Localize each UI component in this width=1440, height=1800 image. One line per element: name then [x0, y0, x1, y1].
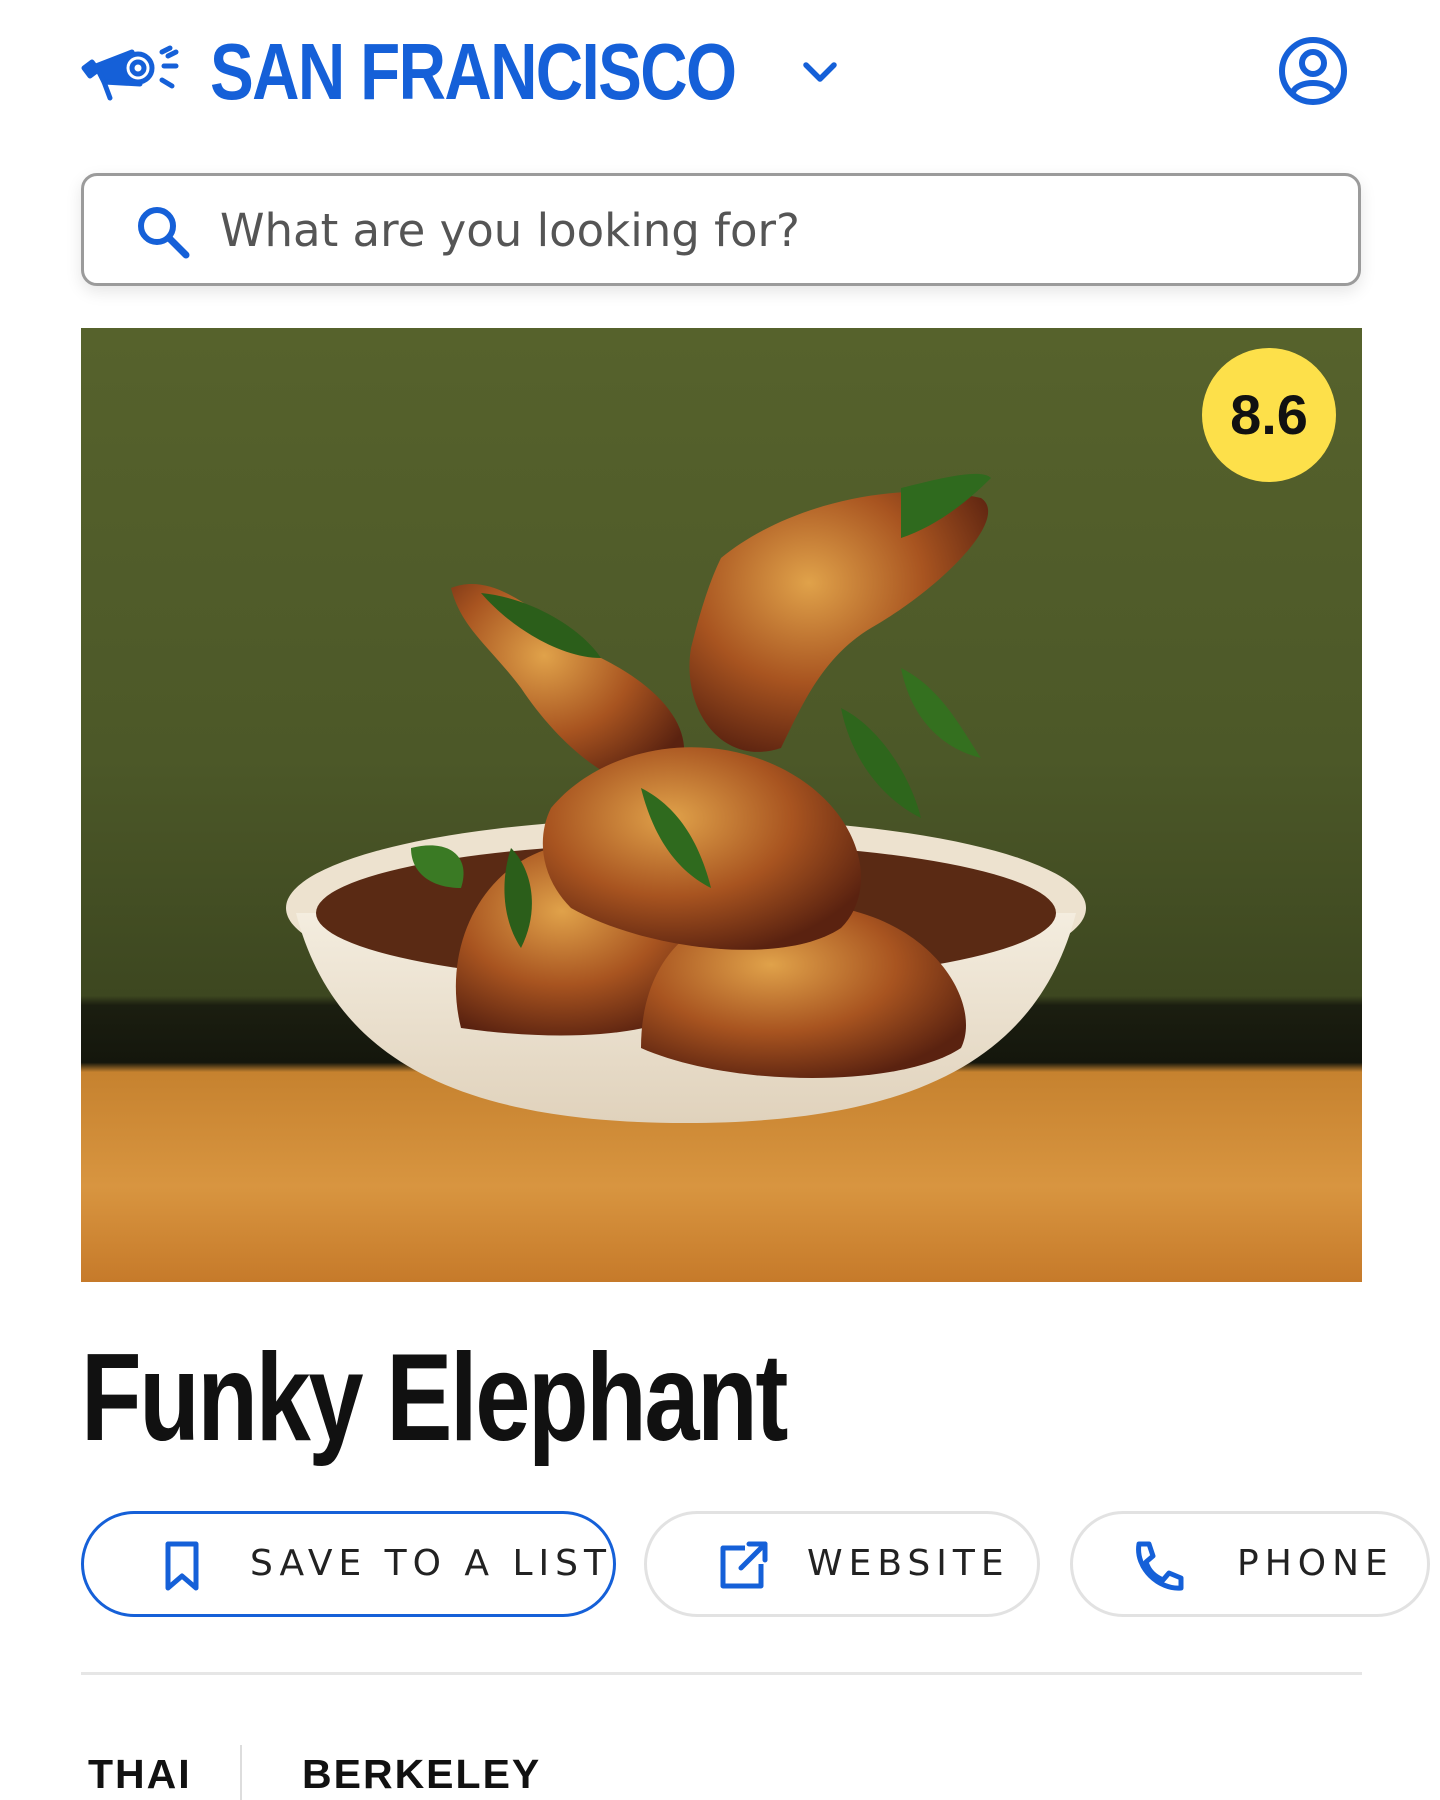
bookmark-icon	[165, 1541, 199, 1591]
search-input[interactable]	[220, 200, 1320, 260]
tag-cuisine[interactable]: THAI	[88, 1748, 192, 1800]
megaphone-logo-icon[interactable]	[80, 38, 184, 104]
user-account-icon[interactable]	[1278, 36, 1348, 106]
search-bar[interactable]	[81, 173, 1361, 286]
phone-icon	[1136, 1541, 1184, 1591]
tag-separator	[240, 1745, 242, 1800]
external-link-icon	[720, 1541, 768, 1589]
search-icon	[138, 207, 190, 259]
rating-badge: 8.6	[1202, 348, 1336, 482]
food-photo-illustration	[286, 473, 1086, 1123]
tag-neighborhood[interactable]: BERKELEY	[302, 1748, 542, 1800]
phone-button[interactable]: PHONE	[1070, 1511, 1430, 1617]
website-button[interactable]: WEBSITE	[644, 1511, 1040, 1617]
section-divider	[81, 1672, 1362, 1675]
chevron-down-icon[interactable]	[796, 48, 844, 96]
restaurant-name: Funky Elephant	[81, 1329, 788, 1467]
restaurant-photo	[81, 328, 1362, 1282]
save-to-list-button[interactable]: SAVE TO A LIST	[81, 1511, 616, 1617]
city-selector[interactable]: SAN FRANCISCO	[210, 22, 737, 122]
phone-label: PHONE	[1237, 1543, 1394, 1584]
website-label: WEBSITE	[807, 1543, 1010, 1584]
top-header: SAN FRANCISCO	[0, 0, 1440, 150]
save-to-list-label: SAVE TO A LIST	[250, 1543, 613, 1584]
